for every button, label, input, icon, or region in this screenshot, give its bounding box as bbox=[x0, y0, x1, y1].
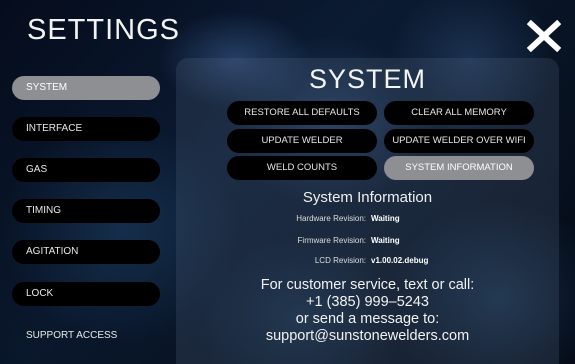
clear-all-memory-button[interactable]: CLEAR ALL MEMORY bbox=[384, 101, 534, 125]
restore-all-defaults-button[interactable]: RESTORE ALL DEFAULTS bbox=[227, 101, 377, 125]
update-welder-over-wifi-button[interactable]: UPDATE WELDER OVER WIFI bbox=[384, 129, 534, 153]
page-title: SETTINGS bbox=[27, 14, 181, 46]
system-information-heading: System Information bbox=[302, 189, 433, 206]
close-button[interactable] bbox=[526, 19, 562, 53]
sidebar-item-system[interactable]: SYSTEM bbox=[12, 76, 160, 100]
sidebar-item-gas[interactable]: GAS bbox=[12, 158, 160, 182]
lcd-revision-value: v1.00.02.debug bbox=[371, 256, 429, 265]
panel-title: SYSTEM bbox=[308, 64, 427, 94]
support-email: support@sunstonewelders.com bbox=[265, 328, 470, 344]
system-information-button[interactable]: SYSTEM INFORMATION bbox=[384, 156, 534, 180]
lcd-revision-label: LCD Revision: bbox=[314, 256, 366, 265]
sidebar-item-support-access[interactable]: SUPPORT ACCESS bbox=[12, 328, 160, 344]
update-welder-button[interactable]: UPDATE WELDER bbox=[227, 129, 377, 153]
sidebar-item-lock[interactable]: LOCK bbox=[12, 282, 160, 306]
firmware-revision-label: Firmware Revision: bbox=[297, 236, 366, 245]
hardware-revision-label: Hardware Revision: bbox=[296, 214, 366, 223]
hardware-revision-value: Waiting bbox=[371, 214, 400, 223]
support-phone: +1 (385) 999–5243 bbox=[306, 294, 429, 310]
sidebar-item-interface[interactable]: INTERFACE bbox=[12, 117, 160, 141]
customer-service-text: For customer service, text or call: bbox=[260, 277, 475, 293]
sidebar-item-timing[interactable]: TIMING bbox=[12, 199, 160, 223]
weld-counts-button[interactable]: WELD COUNTS bbox=[227, 156, 377, 180]
firmware-revision-value: Waiting bbox=[371, 236, 400, 245]
close-x-icon bbox=[526, 19, 562, 53]
send-message-text: or send a message to: bbox=[295, 311, 440, 327]
sidebar-item-agitation[interactable]: AGITATION bbox=[12, 240, 160, 264]
